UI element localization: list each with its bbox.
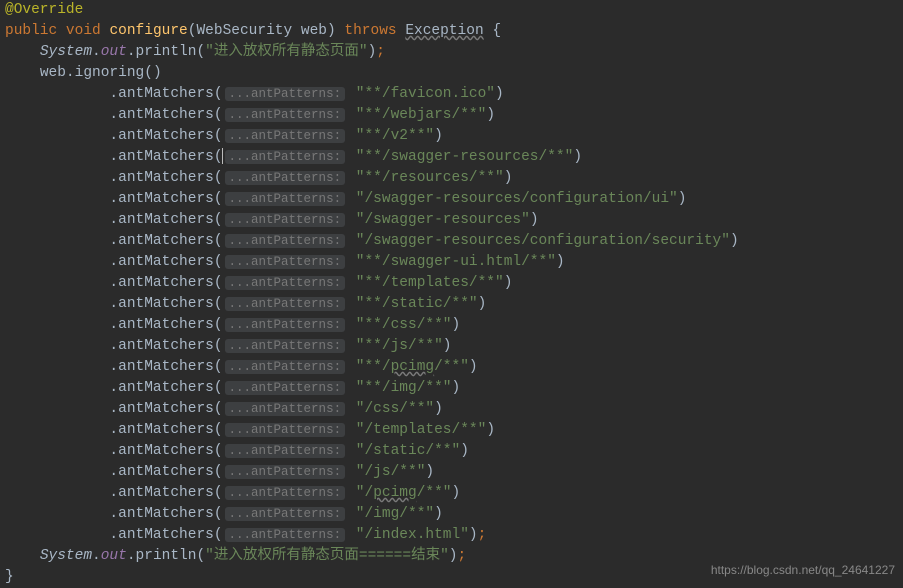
parameter-hint: ...antPatterns: [225,108,346,122]
parameter-hint: ...antPatterns: [225,465,346,479]
parameter-hint: ...antPatterns: [225,486,346,500]
code-line: .antMatchers(...antPatterns: "/swagger-r… [5,189,898,210]
code-line: .antMatchers(...antPatterns: "**/webjars… [5,105,898,126]
parameter-hint: ...antPatterns: [225,444,346,458]
code-line: .antMatchers(...antPatterns: "**/templat… [5,273,898,294]
parameter-hint: ...antPatterns: [225,360,346,374]
parameter-hint: ...antPatterns: [225,423,346,437]
parameter-hint: ...antPatterns: [225,129,346,143]
parameter-hint: ...antPatterns: [225,528,346,542]
parameter-hint: ...antPatterns: [225,255,346,269]
code-line: .antMatchers(...antPatterns: "/templates… [5,420,898,441]
code-line: .antMatchers(...antPatterns: "/index.htm… [5,525,898,546]
parameter-hint: ...antPatterns: [225,381,346,395]
code-line: .antMatchers(...antPatterns: "**/css/**"… [5,315,898,336]
code-line: .antMatchers(...antPatterns: "/css/**") [5,399,898,420]
code-line: .antMatchers(...antPatterns: "/static/**… [5,441,898,462]
parameter-hint: ...antPatterns: [225,339,346,353]
parameter-hint: ...antPatterns: [225,234,346,248]
parameter-hint: ...antPatterns: [225,402,346,416]
parameter-hint: ...antPatterns: [225,276,346,290]
parameter-hint: ...antPatterns: [225,87,346,101]
code-line: .antMatchers(...antPatterns: "**/resourc… [5,168,898,189]
code-line: .antMatchers(...antPatterns: "/pcimg/**"… [5,483,898,504]
code-line: .antMatchers(...antPatterns: "**/img/**"… [5,378,898,399]
text-cursor [222,148,223,164]
annotation: @Override [5,2,83,18]
parameter-hint: ...antPatterns: [225,318,346,332]
code-line: .antMatchers(...antPatterns: "**/static/… [5,294,898,315]
code-line: .antMatchers(...antPatterns: "**/pcimg/*… [5,357,898,378]
code-line: .antMatchers(...antPatterns: "**/js/**") [5,336,898,357]
code-line: .antMatchers(...antPatterns: "/img/**") [5,504,898,525]
code-line: @Override [5,0,898,21]
code-editor[interactable]: @Override public void configure(WebSecur… [5,0,898,588]
code-line: .antMatchers(...antPatterns: "**/favicon… [5,84,898,105]
parameter-hint: ...antPatterns: [225,507,346,521]
code-line: .antMatchers(...antPatterns: "/swagger-r… [5,210,898,231]
parameter-hint: ...antPatterns: [225,171,346,185]
watermark: https://blog.csdn.net/qq_24641227 [711,560,895,581]
parameter-hint: ...antPatterns: [225,150,346,164]
parameter-hint: ...antPatterns: [225,297,346,311]
code-line: .antMatchers(...antPatterns: "**/swagger… [5,147,898,168]
code-line: .antMatchers(...antPatterns: "**/swagger… [5,252,898,273]
code-line: .antMatchers(...antPatterns: "/js/**") [5,462,898,483]
code-line: public void configure(WebSecurity web) t… [5,21,898,42]
parameter-hint: ...antPatterns: [225,192,346,206]
code-line: .antMatchers(...antPatterns: "/swagger-r… [5,231,898,252]
code-line: .antMatchers(...antPatterns: "**/v2**") [5,126,898,147]
code-line: web.ignoring() [5,63,898,84]
parameter-hint: ...antPatterns: [225,213,346,227]
code-line: System.out.println("进入放权所有静态页面"); [5,42,898,63]
